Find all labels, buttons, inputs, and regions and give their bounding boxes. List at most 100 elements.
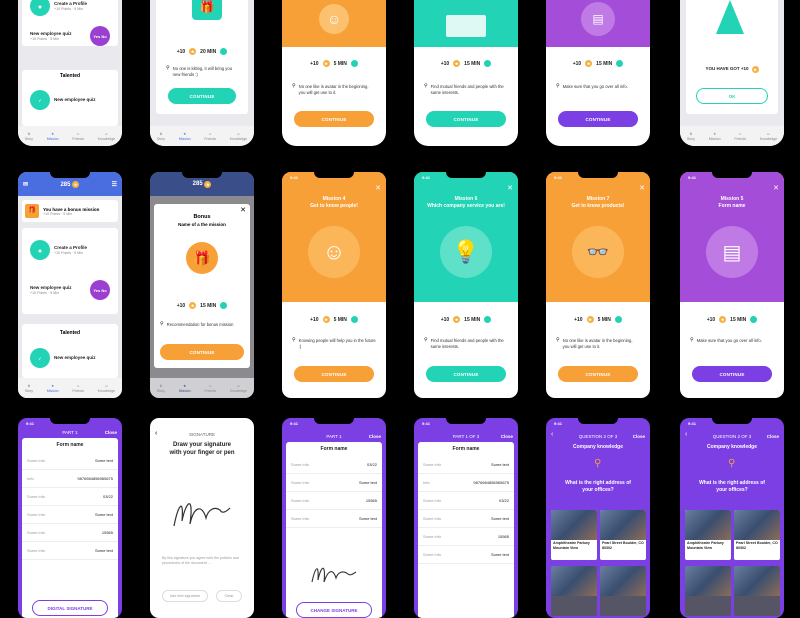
continue-button[interactable]: CONTINUE bbox=[168, 88, 236, 104]
clear-button[interactable]: Clear bbox=[216, 590, 242, 602]
phone-bonus-modal: 285 ★ ✕ Bonus Name of a the mission 🎁 +1… bbox=[150, 172, 254, 398]
signature-heading: Draw your signature with your finger or … bbox=[169, 442, 235, 456]
continue-button[interactable]: CONTINUE bbox=[692, 366, 772, 382]
notification-icon[interactable]: ✉ bbox=[23, 181, 28, 188]
status-time: 9:41 bbox=[290, 421, 299, 426]
continue-button[interactable]: CONTINUE bbox=[294, 366, 374, 382]
tab-bar: ♛ Story ★ Mission ☺ Friends ▭ Knowledge bbox=[18, 126, 122, 146]
continue-button[interactable]: CONTINUE bbox=[426, 366, 506, 382]
book-icon: ▭ bbox=[766, 131, 771, 136]
tab-mission[interactable]: ★ Mission bbox=[179, 132, 191, 141]
tab-story[interactable]: ♛ Story bbox=[25, 132, 33, 141]
digital-signature-button[interactable]: DIGITAL SIGNATURE bbox=[32, 600, 108, 616]
close-icon[interactable]: ✕ bbox=[240, 206, 246, 214]
field-value: 15565 bbox=[497, 534, 509, 539]
quiz-badge: Yes No bbox=[90, 280, 110, 300]
signature-canvas[interactable] bbox=[160, 466, 244, 546]
close-button[interactable]: Close bbox=[369, 434, 381, 439]
tab-knowledge[interactable]: ▭ Knowledge bbox=[760, 132, 777, 141]
continue-button[interactable]: CONTINUE bbox=[558, 111, 638, 127]
location-pin-icon: ⚲ bbox=[594, 458, 602, 469]
field-label: Some info bbox=[423, 534, 442, 539]
friends-icon: ☺ bbox=[76, 131, 80, 136]
answer-option[interactable] bbox=[734, 566, 780, 616]
field-label: Some info bbox=[27, 458, 46, 463]
answer-option[interactable] bbox=[685, 566, 731, 616]
answer-option[interactable]: Pearl Street Boulder, CO 80302 bbox=[734, 510, 780, 560]
tab-friends[interactable]: ☺ Friends bbox=[72, 384, 84, 393]
answer-option[interactable]: Pearl Street Boulder, CO 80302 bbox=[600, 510, 646, 560]
list-item[interactable]: ◉ Create a Profile +10 Points · 5 Min New… bbox=[22, 0, 118, 46]
close-icon[interactable]: ✕ bbox=[507, 184, 513, 192]
tab-mission[interactable]: ★ Mission bbox=[47, 132, 59, 141]
answer-option[interactable]: Amphitheatre Parkwy Mountain View bbox=[551, 510, 597, 560]
status-time: 9:41 bbox=[422, 421, 431, 426]
close-button[interactable]: Close bbox=[105, 430, 117, 435]
notch bbox=[712, 418, 752, 424]
close-icon[interactable]: ✕ bbox=[773, 184, 779, 192]
document-illustration: ▤ bbox=[706, 226, 758, 278]
notch bbox=[446, 418, 486, 424]
close-button[interactable]: Close bbox=[633, 434, 645, 439]
form-rows: Some info 03/22 Some info Some text Some inf… bbox=[286, 456, 382, 528]
status-time: 9:41 bbox=[422, 175, 431, 180]
ok-button[interactable]: OK bbox=[696, 88, 768, 104]
list-item[interactable]: ◉ Create a Profile +10 Points · 5 Min bbox=[30, 234, 110, 266]
list-item[interactable]: New employee quiz +10 Points · 5 Min Yes … bbox=[30, 274, 110, 306]
answer-option[interactable]: Amphitheatre Parkwy Mountain View bbox=[685, 510, 731, 560]
form-row: Info 9876984856965675 bbox=[22, 470, 118, 488]
tab-knowledge[interactable]: ▭ Knowledge bbox=[230, 132, 247, 141]
answer-option[interactable] bbox=[600, 566, 646, 616]
time-value: 5 MIN bbox=[333, 316, 347, 323]
close-button[interactable]: Close bbox=[767, 434, 779, 439]
continue-button[interactable]: CONTINUE bbox=[294, 111, 374, 127]
time-value: 20 MIN bbox=[200, 48, 217, 55]
coin-icon: ★ bbox=[453, 316, 461, 323]
section-title: Talented bbox=[59, 330, 81, 336]
menu-icon[interactable]: ☰ bbox=[112, 181, 117, 188]
phone-mission-purple: ▤ +10 ★ 15 MIN ⚲ Make sure that you go over… bbox=[546, 0, 650, 146]
close-button[interactable]: Close bbox=[501, 434, 513, 439]
tab-story[interactable]: ♛ Story bbox=[157, 132, 165, 141]
change-signature-button[interactable]: CHANGE SIGNATURE bbox=[296, 602, 372, 618]
answer-photo bbox=[734, 566, 780, 596]
form-row: Info 9876984856965675 bbox=[418, 474, 514, 492]
form-row: Some info Some text bbox=[418, 546, 514, 564]
coin-icon: ★ bbox=[322, 316, 330, 323]
tab-friends[interactable]: ☺ Friends bbox=[734, 132, 746, 141]
gift-icon: 🎁 bbox=[192, 0, 222, 20]
modal-title: Bonus bbox=[193, 214, 211, 220]
tab-friends[interactable]: ☺ Friends bbox=[72, 132, 84, 141]
field-label: Some info bbox=[291, 462, 310, 467]
location-pin-icon: ⚲ bbox=[728, 458, 736, 469]
close-icon[interactable]: ✕ bbox=[639, 184, 645, 192]
continue-button[interactable]: CONTINUE bbox=[558, 366, 638, 382]
close-icon[interactable]: ✕ bbox=[375, 184, 381, 192]
field-label: Some info bbox=[423, 516, 442, 521]
tab-friends[interactable]: ☺ Friends bbox=[204, 384, 216, 393]
pin-icon: ⚲ bbox=[292, 83, 296, 89]
tab-knowledge[interactable]: ▭ Knowledge bbox=[230, 384, 247, 393]
list-item[interactable]: ✓ New employee quiz bbox=[30, 84, 110, 116]
tab-knowledge[interactable]: ▭ Knowledge bbox=[98, 132, 115, 141]
text-signature-button[interactable]: Use text signature bbox=[162, 590, 208, 602]
list-item[interactable]: ✓ New employee quiz bbox=[30, 342, 110, 374]
tab-story[interactable]: ♛ Story bbox=[25, 384, 33, 393]
continue-button[interactable]: CONTINUE bbox=[426, 111, 506, 127]
continue-button[interactable]: CONTINUE bbox=[160, 344, 244, 360]
mission-title: Mission 4 bbox=[322, 196, 346, 202]
tab-mission[interactable]: ★ Mission bbox=[179, 384, 191, 393]
tab-mission[interactable]: ★ Mission bbox=[47, 384, 59, 393]
tab-mission[interactable]: ★ Mission bbox=[709, 132, 721, 141]
tab-story[interactable]: ♛ Story bbox=[157, 384, 165, 393]
tab-story[interactable]: ♛ Story bbox=[687, 132, 695, 141]
field-value: Some text bbox=[490, 552, 509, 557]
tab-knowledge[interactable]: ▭ Knowledge bbox=[98, 384, 115, 393]
mission-desc: Make sure that you go over all info. bbox=[562, 84, 628, 89]
field-value: 15565 bbox=[101, 530, 113, 535]
book-icon: ▭ bbox=[104, 131, 109, 136]
bonus-banner[interactable]: 🎁 You have a bonus mission +10 Points · 5… bbox=[22, 200, 118, 222]
tab-friends[interactable]: ☺ Friends bbox=[204, 132, 216, 141]
quiz-question: What is the right address of your office… bbox=[699, 480, 765, 493]
answer-option[interactable] bbox=[551, 566, 597, 616]
